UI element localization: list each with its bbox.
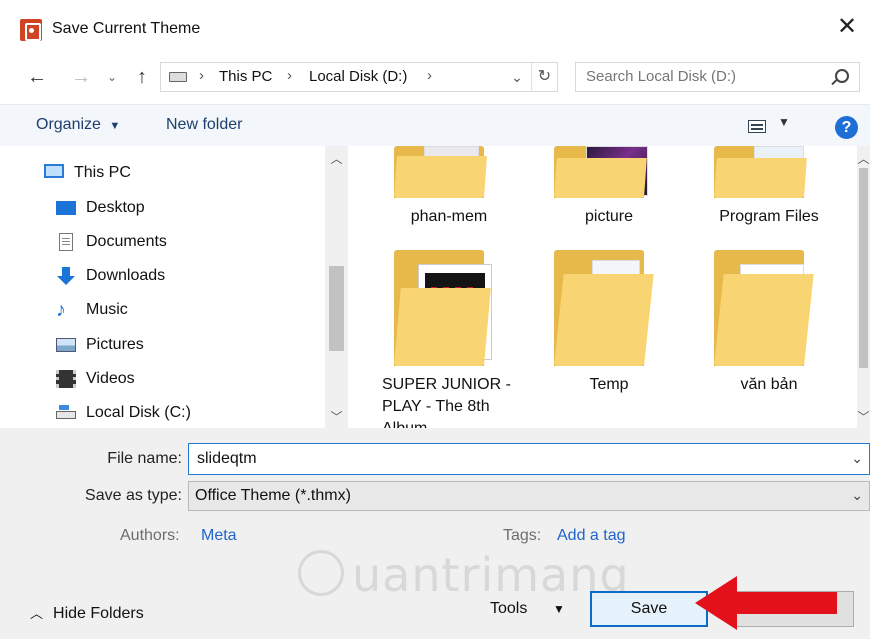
sidebar-item-label: Documents: [86, 233, 167, 250]
recent-locations-chevron-icon[interactable]: ⌄: [104, 64, 120, 90]
file-name-label: Temp: [589, 376, 629, 393]
organize-label: Organize: [36, 116, 101, 133]
tags-field[interactable]: Add a tag: [557, 527, 626, 545]
file-list-scroll-thumb[interactable]: [859, 168, 868, 368]
save-button[interactable]: Save: [590, 591, 708, 627]
file-name-label: picture: [584, 208, 634, 225]
watermark-logo: [298, 550, 344, 596]
sidebar-item-label: Videos: [86, 370, 135, 387]
search-icon[interactable]: [835, 69, 849, 83]
file-list-scrollbar[interactable]: ︿ ﹀: [857, 146, 870, 428]
videos-icon: [56, 370, 76, 388]
folder-item-picture[interactable]: picture: [534, 146, 684, 236]
new-folder-button[interactable]: New folder: [166, 116, 242, 134]
breadcrumb-separator-icon: ›: [287, 67, 292, 84]
organize-button[interactable]: Organize ▼: [36, 116, 120, 134]
search-input[interactable]: Search Local Disk (D:): [586, 68, 736, 85]
up-arrow-icon[interactable]: ↑: [130, 64, 154, 90]
tools-chevron-down-icon[interactable]: ▼: [553, 602, 565, 616]
back-arrow-icon[interactable]: ←: [24, 64, 50, 90]
chevron-down-icon[interactable]: ⌄: [851, 487, 863, 504]
authors-label: Authors:: [120, 527, 180, 544]
scroll-up-icon[interactable]: ︿: [325, 150, 348, 167]
sidebar-scrollbar[interactable]: ︿ ﹀: [325, 146, 348, 428]
powerpoint-app-icon: [20, 19, 42, 41]
change-view-icon[interactable]: [748, 120, 766, 133]
sidebar-item-label: Local Disk (C:): [86, 404, 191, 421]
breadcrumb-separator-icon: ›: [427, 67, 432, 84]
save-as-type-value: Office Theme (*.thmx): [195, 487, 351, 504]
sidebar-item-label: Music: [86, 301, 128, 318]
folder-item-program-files[interactable]: Program Files: [694, 146, 844, 236]
folder-item-temp[interactable]: Temp: [534, 250, 684, 400]
command-bar: Organize ▼ New folder ▼ ?: [0, 104, 870, 146]
close-icon[interactable]: ✕: [836, 15, 858, 39]
view-options-chevron-icon[interactable]: ▼: [778, 115, 790, 129]
desktop-icon: [56, 201, 76, 215]
scroll-down-icon[interactable]: ﹀: [857, 408, 870, 425]
drive-icon: [169, 72, 187, 82]
documents-icon: [59, 233, 73, 251]
folder-front: [554, 274, 654, 366]
folder-item-van-ban[interactable]: văn bản: [694, 250, 844, 400]
chevron-down-icon: ▼: [109, 120, 121, 132]
folder-front: [394, 156, 487, 198]
file-list: phan-mem picture Program Files SUPER JUN…: [352, 146, 857, 428]
file-name-input[interactable]: slideqtm: [197, 450, 257, 468]
watermark-text: uantrimang: [352, 548, 630, 602]
hide-folders-label: Hide Folders: [53, 605, 144, 622]
sidebar-item-label: This PC: [74, 164, 131, 181]
pc-icon: [44, 164, 64, 178]
breadcrumb-local-disk-d[interactable]: Local Disk (D:): [309, 68, 407, 85]
chevron-down-icon[interactable]: ⌄: [851, 450, 863, 467]
pictures-icon: [56, 338, 76, 352]
save-as-type-select[interactable]: Office Theme (*.thmx) ⌄: [188, 481, 870, 511]
file-name-label: File name:: [107, 450, 182, 467]
folder-front: [394, 288, 491, 366]
forward-arrow-icon[interactable]: →: [70, 64, 92, 90]
folder-item-super-junior[interactable]: SUPER JUNIOR - PLAY - The 8th Album: [374, 250, 524, 428]
address-bar[interactable]: › This PC › Local Disk (D:) › ⌄ ↻: [160, 62, 558, 92]
refresh-icon[interactable]: ↻: [531, 63, 557, 91]
tools-button[interactable]: Tools: [490, 600, 527, 618]
address-history-dropdown-icon[interactable]: ⌄: [507, 65, 527, 89]
save-as-type-label: Save as type:: [85, 487, 182, 504]
hide-folders-button[interactable]: ︿ Hide Folders: [30, 603, 144, 623]
file-name-label: phan-mem: [410, 208, 488, 225]
folder-item-phan-mem[interactable]: phan-mem: [374, 146, 524, 236]
red-arrow-annotation: [695, 576, 837, 630]
local-disk-icon: [56, 405, 76, 419]
chevron-up-icon: ︿: [30, 606, 44, 621]
file-name-field[interactable]: slideqtm ⌄: [188, 443, 870, 475]
tags-label: Tags:: [503, 527, 542, 544]
arrow-shape: [695, 576, 837, 630]
title-bar: Save Current Theme ✕: [0, 0, 870, 60]
scroll-down-icon[interactable]: ﹀: [325, 408, 348, 425]
sidebar-scroll-thumb[interactable]: [329, 266, 344, 351]
file-name-label: văn bản: [740, 376, 798, 393]
downloads-icon: [56, 267, 76, 285]
folder-front: [714, 158, 807, 198]
sidebar-item-label: Pictures: [86, 336, 144, 353]
authors-field[interactable]: Meta: [201, 527, 237, 545]
breadcrumb-this-pc[interactable]: This PC: [219, 68, 272, 85]
help-icon[interactable]: ?: [835, 116, 858, 139]
scroll-up-icon[interactable]: ︿: [857, 150, 870, 167]
search-box[interactable]: Search Local Disk (D:): [575, 62, 860, 92]
folder-front: [714, 274, 814, 366]
navigation-pane: This PC Desktop Documents Downloads ♪ Mu…: [0, 146, 348, 428]
breadcrumb-separator-icon: ›: [199, 67, 204, 84]
file-name-label: Program Files: [719, 208, 819, 225]
folder-front: [554, 158, 647, 198]
music-icon: ♪: [56, 299, 66, 321]
sidebar-item-label: Desktop: [86, 199, 145, 216]
window-title: Save Current Theme: [52, 20, 201, 37]
sidebar-item-label: Downloads: [86, 267, 166, 284]
file-name-label: SUPER JUNIOR - PLAY - The 8th Album: [382, 376, 511, 428]
